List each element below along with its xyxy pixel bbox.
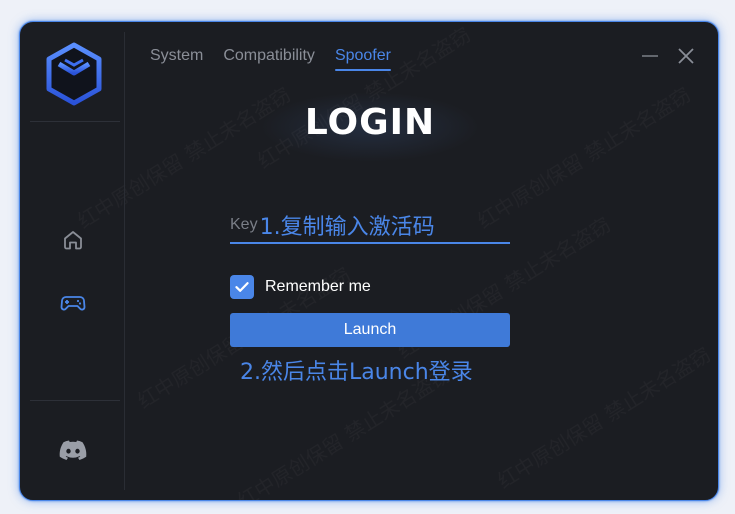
sidebar-item-games[interactable] — [58, 287, 88, 317]
sidebar — [20, 22, 124, 500]
checkmark-icon — [235, 282, 249, 292]
close-icon — [678, 48, 694, 64]
page-title: LOGIN — [304, 102, 436, 143]
sidebar-item-home[interactable] — [58, 225, 88, 255]
remember-me-checkbox[interactable] — [230, 275, 254, 299]
launch-button[interactable]: Launch — [230, 313, 510, 347]
sidebar-item-discord[interactable] — [58, 435, 88, 465]
sidebar-divider-top — [30, 121, 120, 122]
watermark: 红中原创保留 禁止未名盗窃 — [491, 339, 715, 494]
launcher-window: 红中原创保留 禁止未名盗窃 红中原创保留 禁止未名盗窃 红中原创保留 禁止未名盗… — [19, 21, 719, 501]
home-icon — [64, 231, 82, 250]
top-tabs: System Compatibility Spoofer — [150, 47, 392, 71]
discord-icon — [59, 440, 87, 460]
tab-compatibility[interactable]: Compatibility — [223, 47, 315, 69]
key-value: 1.复制输入激活码 — [259, 215, 435, 240]
tab-system[interactable]: System — [150, 47, 203, 69]
close-button[interactable] — [674, 44, 698, 68]
gamepad-icon — [60, 296, 86, 311]
remember-me-label: Remember me — [265, 278, 371, 295]
instruction-text: 2.然后点击Launch登录 — [240, 360, 473, 385]
cube-logo-icon — [45, 42, 103, 106]
sidebar-divider-vertical — [124, 32, 125, 490]
key-input[interactable]: Key 1.复制输入激活码 — [230, 208, 510, 244]
minimize-icon — [642, 55, 658, 57]
tab-spoofer[interactable]: Spoofer — [334, 47, 392, 71]
remember-me-toggle[interactable]: Remember me — [230, 275, 371, 299]
minimize-button[interactable] — [638, 44, 662, 68]
key-placeholder: Key — [230, 216, 258, 233]
sidebar-divider-bottom — [30, 400, 120, 401]
